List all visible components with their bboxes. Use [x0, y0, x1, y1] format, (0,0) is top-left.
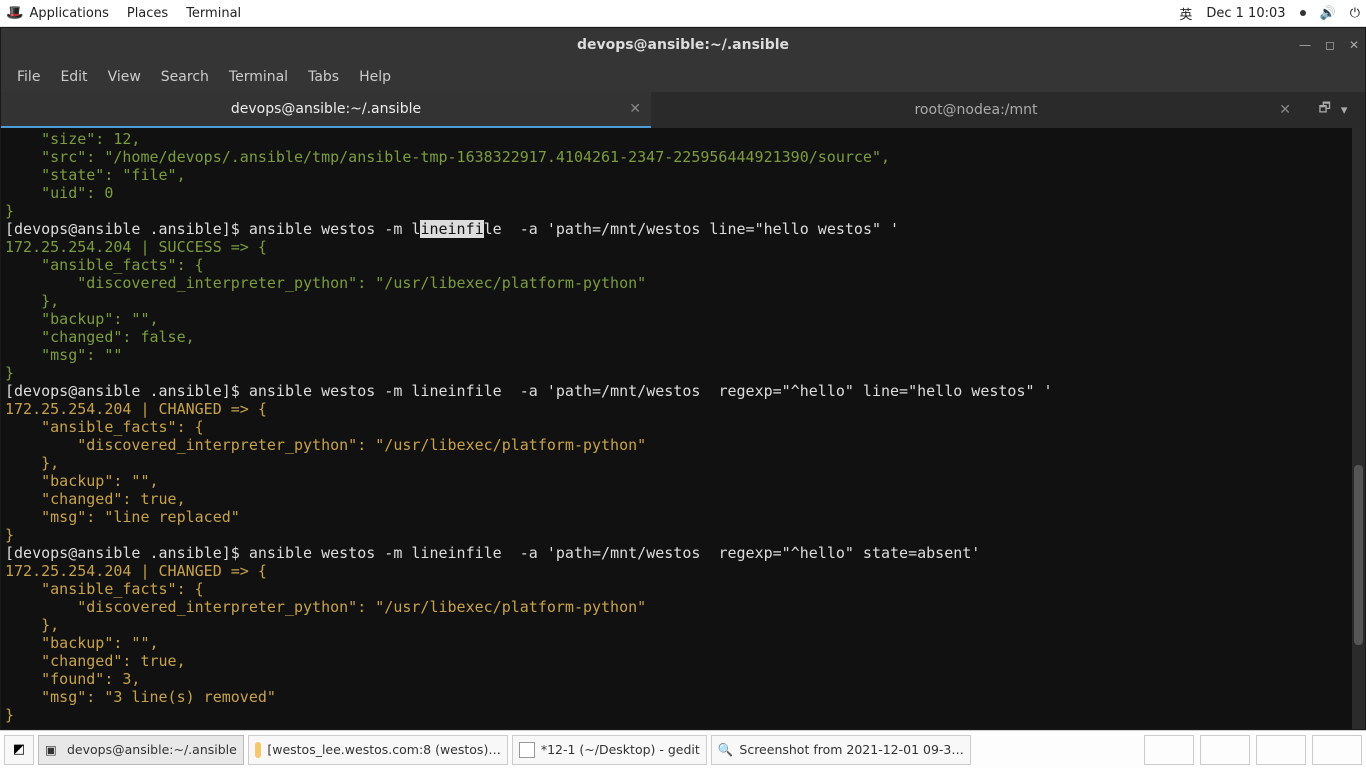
menu-terminal[interactable]: Terminal	[221, 69, 296, 85]
workspace-switcher-1[interactable]	[1144, 735, 1194, 765]
tab-ansible[interactable]: devops@ansible:~/.ansible ✕	[1, 92, 651, 128]
workspace-switcher-4[interactable]	[1312, 735, 1362, 765]
menu-search[interactable]: Search	[153, 69, 217, 85]
new-tab-icon[interactable]: 🗗	[1319, 99, 1331, 121]
show-desktop-icon[interactable]: ◩	[4, 735, 34, 765]
task-label: *12-1 (~/Desktop) - gedit	[541, 742, 700, 757]
window-minimize-icon[interactable]: —	[1299, 38, 1311, 52]
clock[interactable]: Dec 1 10:03	[1206, 6, 1285, 21]
gnome-top-panel: 🎩 Applications Places Terminal 英 Dec 1 1…	[0, 0, 1366, 27]
task-label: [westos_lee.westos.com:8 (westos)…	[267, 742, 500, 757]
menu-tabs[interactable]: Tabs	[300, 69, 347, 85]
menu-places[interactable]: Places	[127, 6, 168, 21]
tab-close-icon[interactable]: ✕	[629, 101, 641, 117]
tab-label: devops@ansible:~/.ansible	[231, 101, 421, 117]
vnc-icon	[255, 742, 262, 758]
workspace-switcher-3[interactable]	[1256, 735, 1306, 765]
terminal-tabbar: devops@ansible:~/.ansible ✕ root@nodea:/…	[1, 92, 1365, 128]
menu-help[interactable]: Help	[351, 69, 399, 85]
tab-label: root@nodea:/mnt	[914, 102, 1037, 118]
terminal-scrollbar[interactable]	[1352, 128, 1365, 729]
image-viewer-icon: 🔍	[718, 742, 734, 758]
terminal-icon: ▣	[45, 742, 61, 758]
task-label: Screenshot from 2021-12-01 09-3…	[739, 742, 963, 757]
menu-view[interactable]: View	[100, 69, 149, 85]
distro-logo-icon: 🎩	[6, 5, 23, 21]
task-vnc[interactable]: [westos_lee.westos.com:8 (westos)…	[248, 735, 508, 765]
window-maximize-icon[interactable]: ◻	[1325, 38, 1335, 52]
window-close-icon[interactable]: ✕	[1349, 38, 1359, 52]
terminal-output[interactable]: "size": 12, "src": "/home/devops/.ansibl…	[1, 128, 1365, 729]
power-icon[interactable]: ⏻	[1350, 6, 1360, 21]
task-imageviewer[interactable]: 🔍 Screenshot from 2021-12-01 09-3…	[711, 735, 971, 765]
task-terminal[interactable]: ▣ devops@ansible:~/.ansible	[38, 735, 244, 765]
window-titlebar[interactable]: devops@ansible:~/.ansible — ◻ ✕	[1, 28, 1365, 62]
menu-edit[interactable]: Edit	[52, 69, 95, 85]
scrollbar-thumb[interactable]	[1354, 465, 1363, 645]
menu-applications[interactable]: Applications	[29, 6, 108, 21]
tab-menu-chevron-icon[interactable]: ▾	[1341, 103, 1348, 118]
task-gedit[interactable]: *12-1 (~/Desktop) - gedit	[512, 735, 707, 765]
gedit-icon	[519, 742, 535, 758]
notification-dot-icon	[1300, 10, 1306, 16]
terminal-window: devops@ansible:~/.ansible — ◻ ✕ File Edi…	[0, 27, 1366, 730]
gnome-bottom-panel: ◩ ▣ devops@ansible:~/.ansible [westos_le…	[0, 730, 1366, 768]
workspace-switcher-2[interactable]	[1200, 735, 1250, 765]
task-label: devops@ansible:~/.ansible	[67, 742, 237, 757]
volume-icon[interactable]: 🔊	[1320, 6, 1336, 21]
system-tray: 英 Dec 1 10:03 🔊 ⏻	[1179, 4, 1360, 23]
window-title: devops@ansible:~/.ansible	[577, 37, 789, 53]
input-method-indicator[interactable]: 英	[1179, 4, 1192, 23]
menu-terminal[interactable]: Terminal	[186, 6, 241, 21]
menu-file[interactable]: File	[9, 69, 48, 85]
terminal-menubar: File Edit View Search Terminal Tabs Help	[1, 62, 1365, 92]
tab-close-icon[interactable]: ✕	[1279, 102, 1291, 118]
tab-nodea[interactable]: root@nodea:/mnt ✕	[651, 92, 1301, 128]
